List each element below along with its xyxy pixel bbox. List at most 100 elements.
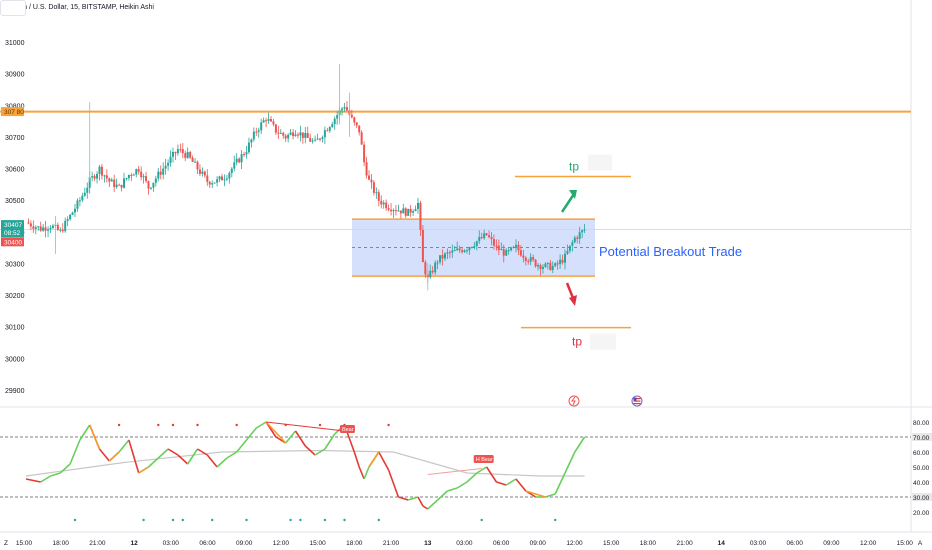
oscillator-segment	[226, 451, 238, 459]
candle-body	[211, 183, 214, 185]
candle-body	[485, 233, 488, 236]
candle-body	[127, 174, 130, 179]
candle-body	[100, 166, 103, 176]
oscillator-segment	[216, 457, 228, 468]
oscillator-segment	[265, 421, 287, 444]
time-tick-label: 12	[130, 540, 138, 547]
candle-body	[194, 161, 197, 163]
candle-body	[576, 237, 579, 239]
candle-body	[277, 132, 280, 134]
resistance-price-label: 307 80	[4, 109, 24, 116]
oscillator-segment	[427, 499, 439, 510]
bull-dot	[142, 518, 145, 522]
oscillator-segment	[574, 436, 586, 453]
candle-body	[245, 152, 248, 155]
bull-dot	[73, 518, 77, 522]
bid-price-label: 30400	[4, 239, 22, 246]
candle-body	[473, 246, 476, 248]
candle-body	[372, 182, 375, 193]
price-tick-label: 29900	[5, 388, 25, 395]
candle-body	[132, 174, 135, 176]
bear-dot	[157, 423, 160, 427]
candle-body	[571, 242, 574, 246]
bull-dot	[181, 518, 184, 522]
candle-body	[497, 245, 500, 251]
candle-body	[142, 176, 145, 178]
candle-body	[443, 253, 446, 259]
candle-body	[196, 161, 199, 170]
oscillator-segment	[69, 439, 81, 465]
candle-body	[436, 262, 439, 264]
time-tick-label: 15:00	[16, 540, 33, 547]
candle-body	[78, 200, 81, 202]
bear-label: Bear	[342, 427, 354, 433]
price-tick-label: 30000	[5, 356, 25, 363]
candle-body	[284, 135, 287, 139]
lightning-icon[interactable]	[568, 395, 580, 407]
oscillator-segment	[378, 451, 390, 471]
candle-body	[578, 232, 581, 239]
candle-body	[265, 120, 268, 122]
candle-body	[350, 114, 353, 118]
time-tick-label: A	[918, 540, 923, 547]
candle-body	[186, 152, 189, 158]
oscillator-segment	[466, 472, 478, 483]
us-flag-icon[interactable]	[631, 395, 643, 407]
oscillator-segment	[358, 466, 365, 480]
time-tick-label: 18:00	[640, 540, 657, 547]
candle-body	[292, 132, 295, 137]
oscillator-segment	[496, 481, 507, 486]
candle-body	[397, 210, 400, 212]
candle-body	[541, 266, 544, 269]
last-price-label: 30407	[4, 222, 22, 229]
candle-body	[39, 226, 42, 231]
candle-body	[507, 250, 510, 252]
candle-body	[71, 212, 74, 215]
tp-up-box	[588, 154, 612, 171]
candle-body	[81, 195, 84, 201]
candle-body	[456, 248, 459, 251]
oscillator-segment	[128, 439, 140, 474]
candle-body	[282, 132, 285, 136]
candle-body	[446, 252, 449, 254]
candle-body	[424, 262, 427, 275]
candle-body	[539, 265, 542, 269]
time-tick-label: 21:00	[676, 540, 693, 547]
candle-body	[272, 121, 275, 125]
candle-body	[294, 134, 297, 137]
bear-dot	[318, 423, 322, 427]
candle-body	[267, 119, 270, 121]
candle-body	[149, 187, 152, 189]
oscillator-segment	[387, 469, 400, 498]
price-tick-label: 31000	[5, 40, 25, 47]
price-axis: 3100030900308003070030600305003040030300…	[1, 40, 25, 395]
candle-body	[419, 202, 422, 230]
candle-body	[343, 107, 346, 109]
candle-body	[368, 175, 370, 180]
oscillator-segment	[50, 472, 61, 477]
candle-body	[502, 249, 505, 256]
oscillator-segment	[515, 478, 527, 492]
time-tick-label: 09:00	[823, 540, 840, 547]
oscillator-segment	[25, 478, 41, 483]
candle-body	[260, 122, 263, 131]
candle-body	[394, 210, 397, 212]
candle-body	[429, 270, 432, 278]
candle-body	[172, 152, 174, 157]
time-tick-label: 12:00	[860, 540, 877, 547]
candle-body	[412, 211, 415, 213]
candle-body	[417, 202, 419, 209]
signal-line	[25, 449, 585, 477]
indicator-tick-label: 60.00	[913, 450, 930, 457]
tp-down-label: tp	[572, 335, 582, 349]
time-tick-label: Z	[4, 540, 8, 547]
candle-body	[470, 247, 473, 249]
bull-dot	[480, 518, 483, 522]
candle-body	[105, 175, 108, 179]
candle-body	[91, 176, 94, 178]
candle-body	[176, 149, 179, 154]
price-chart[interactable]: tp tp Potential Breakout Trade 31000 30900 3…	[0, 0, 932, 550]
candle-body	[568, 245, 571, 251]
candle-body	[42, 227, 45, 231]
candle-body	[230, 168, 233, 173]
